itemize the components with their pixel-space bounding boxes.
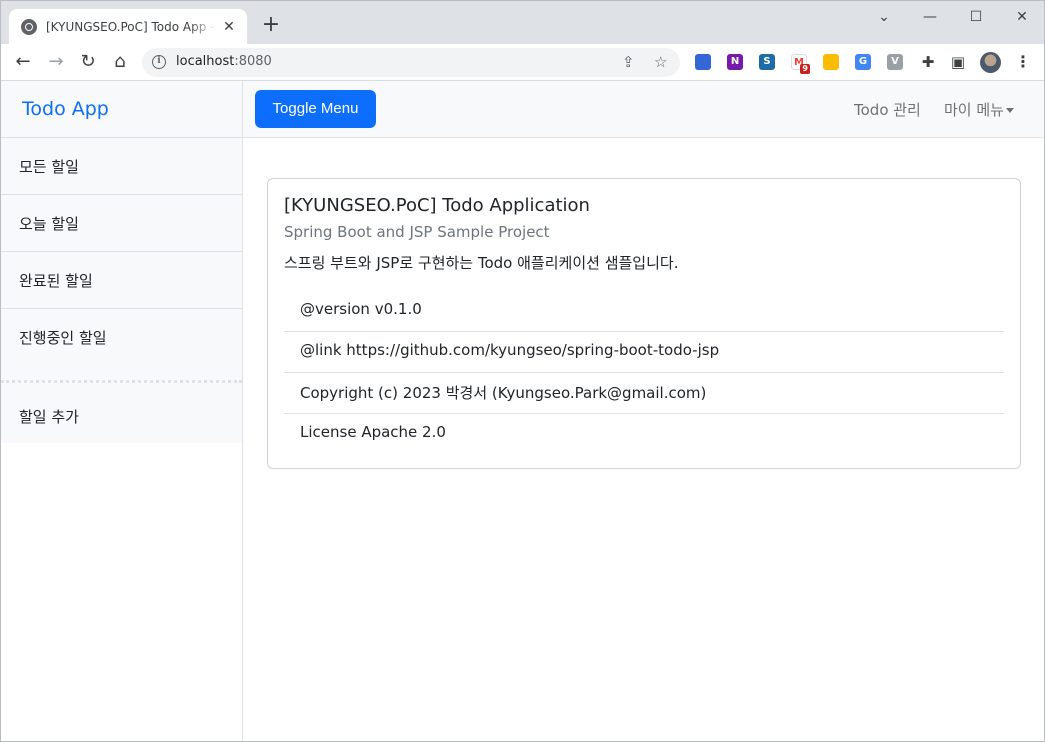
translate-extension-icon[interactable]: G — [855, 54, 871, 70]
minimize-button[interactable]: — — [907, 3, 953, 31]
list-item-license: License Apache 2.0 — [300, 423, 446, 441]
sidebar: Todo App 모든 할일 오늘 할일 완료된 할일 진행중인 할일 할일 추… — [1, 81, 243, 741]
close-window-button[interactable]: ✕ — [999, 3, 1044, 31]
new-tab-button[interactable]: + — [259, 14, 283, 38]
browser-tab[interactable]: [KYUNGSEO.PoC] Todo App - Spring Boot an… — [9, 9, 247, 44]
browser-window: [KYUNGSEO.PoC] Todo App - Spring Boot an… — [0, 0, 1045, 742]
nav-my-menu-label: 마이 메뉴 — [944, 101, 1004, 119]
info-list: @version v0.1.0 @link https://github.com… — [284, 291, 1004, 455]
back-button[interactable]: ← — [10, 49, 36, 75]
card-title: [KYUNGSEO.PoC] Todo Application — [284, 195, 590, 216]
list-item-link: @link https://github.com/kyungseo/spring… — [284, 332, 1004, 373]
sidebar-divider — [1, 366, 242, 383]
list-item-copyright: Copyright (c) 2023 박경서 (Kyungseo.Park@gm… — [284, 373, 1004, 414]
sidebar-item-all[interactable]: 모든 할일 — [1, 138, 242, 195]
nav-my-menu[interactable]: 마이 메뉴 — [944, 99, 1014, 120]
forward-button[interactable]: → — [43, 49, 69, 75]
todo-app: Todo App 모든 할일 오늘 할일 완료된 할일 진행중인 할일 할일 추… — [1, 81, 1044, 741]
home-button[interactable]: ⌂ — [107, 49, 133, 75]
puzzle-icon[interactable]: ✚ — [915, 49, 941, 75]
gmail-extension-icon[interactable]: M9 — [791, 54, 810, 74]
browser-toolbar: ← → ↻ ⌂ i localhost:8080 ⇪ ☆ NSM9GV ✚ ▣ … — [1, 44, 1044, 81]
tab-title: [KYUNGSEO.PoC] Todo App - Spring Boot an… — [46, 19, 215, 34]
notification-badge: 9 — [800, 64, 810, 74]
nav-todo-manage[interactable]: Todo 관리 — [854, 99, 921, 120]
top-navbar: Toggle Menu Todo 관리 마이 메뉴 — [243, 81, 1044, 138]
close-tab-icon[interactable]: ✕ — [221, 19, 237, 35]
avatar[interactable] — [980, 52, 1001, 73]
onenote-extension-icon[interactable]: N — [727, 54, 743, 70]
sidebar-heading[interactable]: Todo App — [1, 81, 242, 138]
more-menu-icon[interactable]: ⋮ — [1015, 49, 1031, 75]
tab-strip: [KYUNGSEO.PoC] Todo App - Spring Boot an… — [1, 1, 1044, 44]
url-text[interactable]: localhost:8080 — [176, 54, 272, 69]
s-extension-icon[interactable]: S — [759, 54, 775, 70]
info-icon[interactable]: i — [152, 55, 166, 69]
bookmark-star-icon[interactable]: ☆ — [654, 53, 667, 71]
list-item-version: @version v0.1.0 — [284, 291, 1004, 332]
card-subtitle: Spring Boot and JSP Sample Project — [284, 223, 550, 241]
side-panel-icon[interactable]: ▣ — [945, 49, 971, 75]
download-extension-icon[interactable] — [695, 54, 711, 70]
sidebar-item-in-progress[interactable]: 진행중인 할일 — [1, 309, 242, 366]
chevron-down-icon[interactable]: ⌄ — [861, 3, 907, 31]
sidebar-item-add-todo[interactable]: 할일 추가 — [1, 396, 242, 443]
caret-down-icon — [1005, 108, 1014, 113]
toggle-menu-button[interactable]: Toggle Menu — [255, 90, 376, 128]
sidebar-item-completed[interactable]: 완료된 할일 — [1, 252, 242, 309]
address-bar[interactable]: i localhost:8080 ⇪ ☆ — [142, 48, 680, 77]
maximize-button[interactable]: ☐ — [953, 3, 999, 31]
keep-extension-icon[interactable] — [823, 54, 839, 70]
globe-icon — [21, 18, 37, 35]
main-content: Toggle Menu Todo 관리 마이 메뉴 [KYUNGSEO.PoC]… — [243, 81, 1044, 741]
reload-button[interactable]: ↻ — [75, 49, 101, 75]
info-card: [KYUNGSEO.PoC] Todo Application Spring B… — [267, 178, 1021, 469]
sidebar-item-today[interactable]: 오늘 할일 — [1, 195, 242, 252]
share-icon[interactable]: ⇪ — [622, 53, 635, 71]
sidebar-gap — [1, 383, 242, 396]
vue-extension-icon[interactable]: V — [887, 54, 903, 70]
card-text: 스프링 부트와 JSP로 구현하는 Todo 애플리케이션 샘플입니다. — [284, 254, 679, 272]
